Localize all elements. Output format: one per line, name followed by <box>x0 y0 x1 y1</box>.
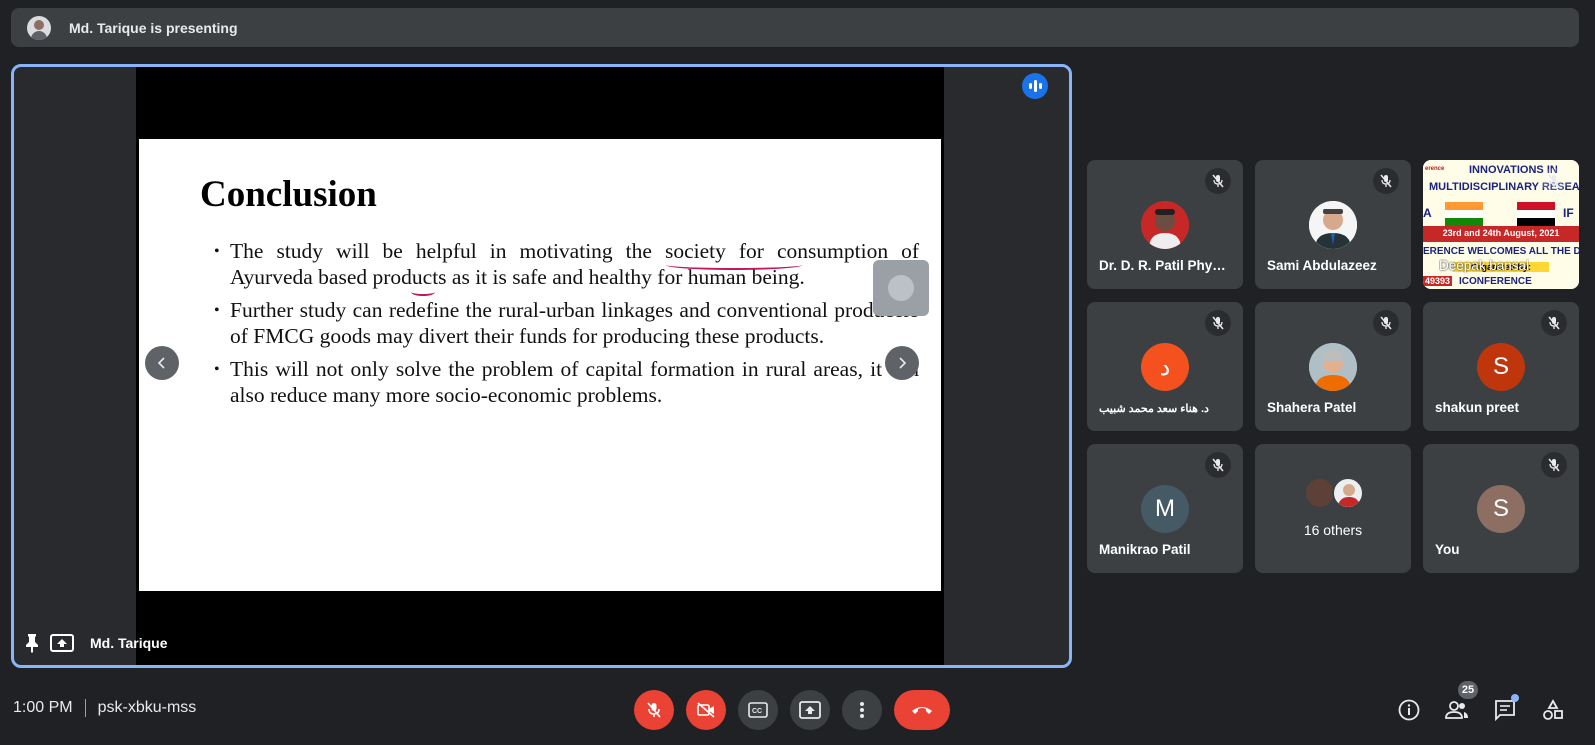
tile-footer: Md. Tarique <box>24 633 168 653</box>
flag-india <box>1445 202 1483 226</box>
slide-bullet: This will not only solve the problem of … <box>214 357 919 408</box>
leave-call-button[interactable] <box>894 690 950 730</box>
microphone-toggle-button[interactable] <box>634 690 674 730</box>
mic-off-icon <box>1541 168 1567 194</box>
mic-off-icon <box>1205 452 1231 478</box>
slide-bullets: The study will be helpful in motivating … <box>214 239 919 416</box>
svg-text:CC: CC <box>752 708 762 715</box>
meeting-details: 1:00 PM psk-xbku-mss <box>13 699 196 717</box>
people-icon <box>1445 701 1468 719</box>
participant-name: shakun preet <box>1435 400 1520 415</box>
others-count-label: 16 others <box>1303 522 1363 538</box>
activities-icon <box>1543 699 1563 720</box>
participant-tile[interactable]: Sami Abdulazeez <box>1255 160 1411 289</box>
previous-slide-button[interactable] <box>145 346 179 380</box>
present-now-button[interactable] <box>790 690 830 730</box>
chevron-left-icon <box>157 357 165 369</box>
participant-avatar <box>1141 201 1189 249</box>
mic-off-icon <box>1541 310 1567 336</box>
annotation-underline <box>666 260 802 270</box>
participant-name: Shahera Patel <box>1267 400 1357 415</box>
participant-tile[interactable]: Dr. D. R. Patil Phys... <box>1087 160 1243 289</box>
participant-tile[interactable]: Shahera Patel <box>1255 302 1411 431</box>
present-icon <box>50 634 74 652</box>
participant-avatar: S <box>1477 343 1525 391</box>
presenting-banner: Md. Tarique is presenting <box>11 8 1579 47</box>
chevron-right-icon <box>899 357 907 369</box>
participant-name: د. هناء سعد محمد شبيب <box>1099 403 1209 415</box>
slide-title: Conclusion <box>200 174 377 215</box>
chat-icon <box>1495 700 1515 721</box>
mic-off-icon <box>1541 452 1567 478</box>
meeting-code: psk-xbku-mss <box>97 699 197 716</box>
present-now-icon <box>799 701 821 719</box>
slide-bullet: Further study can redefine the rural-urb… <box>214 298 919 349</box>
slide: Conclusion The study will be helpful in … <box>139 139 941 591</box>
participant-avatar: د <box>1141 343 1189 391</box>
participant-name: Dr. D. R. Patil Phys... <box>1099 258 1231 273</box>
others-avatars <box>1304 477 1364 509</box>
unread-chat-dot <box>1511 694 1519 702</box>
participant-tile[interactable]: M Manikrao Patil <box>1087 444 1243 573</box>
more-options-button[interactable] <box>842 690 882 730</box>
presenting-text: Md. Tarique is presenting <box>69 19 238 36</box>
participant-avatar: M <box>1141 485 1189 533</box>
clock: 1:00 PM <box>13 699 73 716</box>
camera-toggle-button[interactable] <box>686 690 726 730</box>
mic-off-icon <box>1205 168 1231 194</box>
participant-avatar <box>1309 201 1357 249</box>
presentation-tile[interactable]: Conclusion The study will be helpful in … <box>11 64 1072 668</box>
captions-button[interactable]: CC <box>738 690 778 730</box>
info-icon <box>1398 699 1420 721</box>
presenter-name-label: Md. Tarique <box>90 635 168 651</box>
next-slide-button[interactable] <box>885 346 919 380</box>
participant-avatar: S <box>1477 485 1525 533</box>
participant-tile-self[interactable]: S You <box>1423 444 1579 573</box>
participant-name: You <box>1435 542 1460 557</box>
speaking-indicator-icon <box>1022 73 1048 99</box>
annotation-underline <box>411 288 435 296</box>
participant-name: Sami Abdulazeez <box>1267 258 1377 273</box>
participant-tile[interactable]: S shakun preet <box>1423 302 1579 431</box>
participant-tile[interactable]: د د. هناء سعد محمد شبيب <box>1087 302 1243 431</box>
activities-button[interactable] <box>1537 694 1569 726</box>
participant-name: Manikrao Patil <box>1099 542 1191 557</box>
participant-tile[interactable]: erence INNOVATIONS IN MULTIDISCIPLINARY … <box>1423 160 1579 289</box>
meeting-details-button[interactable] <box>1393 694 1425 726</box>
mic-off-icon <box>1205 310 1231 336</box>
slide-bullet: The study will be helpful in motivating … <box>214 239 919 290</box>
participant-name: Deepak bansal <box>1439 258 1530 273</box>
camera-off-icon <box>697 702 715 718</box>
mic-off-icon <box>1373 310 1399 336</box>
end-call-icon <box>912 707 932 714</box>
presenter-video-thumbnail <box>873 260 929 316</box>
flag-iraq <box>1517 202 1555 226</box>
pin-icon[interactable] <box>24 633 40 653</box>
more-options-icon <box>860 702 864 718</box>
captions-icon: CC <box>748 702 768 718</box>
participant-count-badge: 25 <box>1458 681 1478 699</box>
presenter-avatar <box>27 15 51 40</box>
mic-off-icon <box>647 702 661 718</box>
mic-off-icon <box>1373 168 1399 194</box>
participant-avatar <box>1309 343 1357 391</box>
participant-tile-others[interactable]: 16 others <box>1255 444 1411 573</box>
